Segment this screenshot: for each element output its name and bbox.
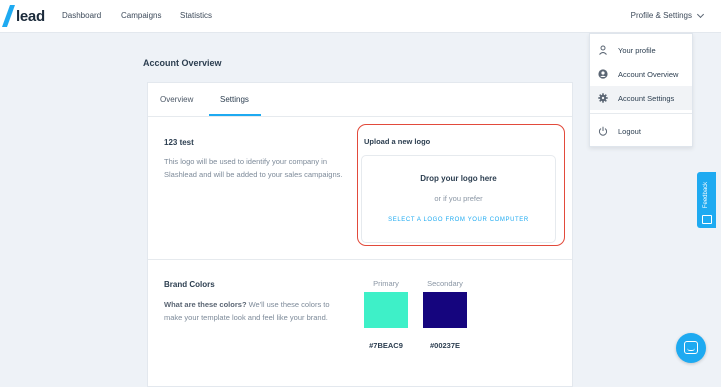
company-name: 123 test	[164, 138, 194, 147]
upload-logo-title: Upload a new logo	[364, 137, 431, 146]
primary-color-swatch[interactable]	[364, 292, 408, 328]
logo-slash-icon	[1, 5, 16, 27]
slashlead-logo[interactable]: lead	[1, 5, 45, 27]
nav-campaigns[interactable]: Campaigns	[121, 11, 161, 20]
chevron-down-icon	[696, 10, 705, 18]
gear-icon	[598, 93, 608, 103]
dropdown-item-logout[interactable]: Logout	[590, 119, 692, 143]
primary-color-label: Primary	[373, 279, 399, 288]
profile-dropdown: Your profile Account Overview Account Se…	[589, 33, 693, 147]
dropzone-subtitle: or if you prefer	[434, 194, 483, 203]
brand-colors-title: Brand Colors	[164, 280, 215, 289]
logo-text: lead	[16, 7, 45, 25]
secondary-color-label: Secondary	[427, 279, 463, 288]
feedback-label: Feedback	[703, 181, 709, 209]
dropdown-label: Account Overview	[618, 69, 679, 79]
chat-launcher-button[interactable]	[676, 333, 706, 363]
person-icon	[598, 45, 608, 55]
dropdown-label: Account Settings	[618, 93, 675, 103]
page-title: Account Overview	[143, 58, 222, 68]
logo-description: This logo will be used to identify your …	[164, 157, 343, 179]
profile-settings-label: Profile & Settings	[630, 11, 692, 20]
select-logo-link[interactable]: SELECT A LOGO FROM YOUR COMPUTER	[362, 217, 555, 223]
secondary-color-hex: #00237E	[429, 341, 461, 350]
primary-color-hex: #7BEAC9	[369, 341, 403, 350]
profile-settings-menu[interactable]: Profile & Settings	[630, 10, 705, 20]
brand-colors-question: What are these colors?	[164, 300, 247, 309]
dropdown-divider	[590, 113, 692, 114]
power-icon	[598, 126, 608, 136]
tab-settings[interactable]: Settings	[220, 95, 249, 104]
dropzone-title: Drop your logo here	[420, 174, 497, 183]
section-divider	[148, 259, 572, 260]
nav-statistics[interactable]: Statistics	[180, 11, 212, 20]
tabs-divider	[148, 116, 572, 117]
dropdown-label: Your profile	[618, 45, 656, 55]
dropdown-item-your-profile[interactable]: Your profile	[590, 38, 692, 62]
account-circle-icon	[598, 69, 608, 79]
secondary-color-swatch[interactable]	[423, 292, 467, 328]
dropdown-item-account-settings[interactable]: Account Settings	[590, 86, 692, 110]
dropdown-label: Logout	[618, 126, 641, 136]
logo-dropzone[interactable]: Drop your logo here or if you prefer SEL…	[361, 155, 556, 243]
tab-overview[interactable]: Overview	[160, 95, 193, 104]
top-nav-bar: lead Dashboard Campaigns Statistics Prof…	[0, 0, 721, 33]
feedback-icon	[702, 215, 712, 224]
brand-colors-description: What are these colors? We'll use these c…	[164, 298, 349, 324]
feedback-tab[interactable]: Feedback	[697, 172, 716, 228]
settings-card: Overview Settings 123 test This logo wil…	[147, 82, 573, 387]
nav-dashboard[interactable]: Dashboard	[62, 11, 101, 20]
dropdown-item-account-overview[interactable]: Account Overview	[590, 62, 692, 86]
